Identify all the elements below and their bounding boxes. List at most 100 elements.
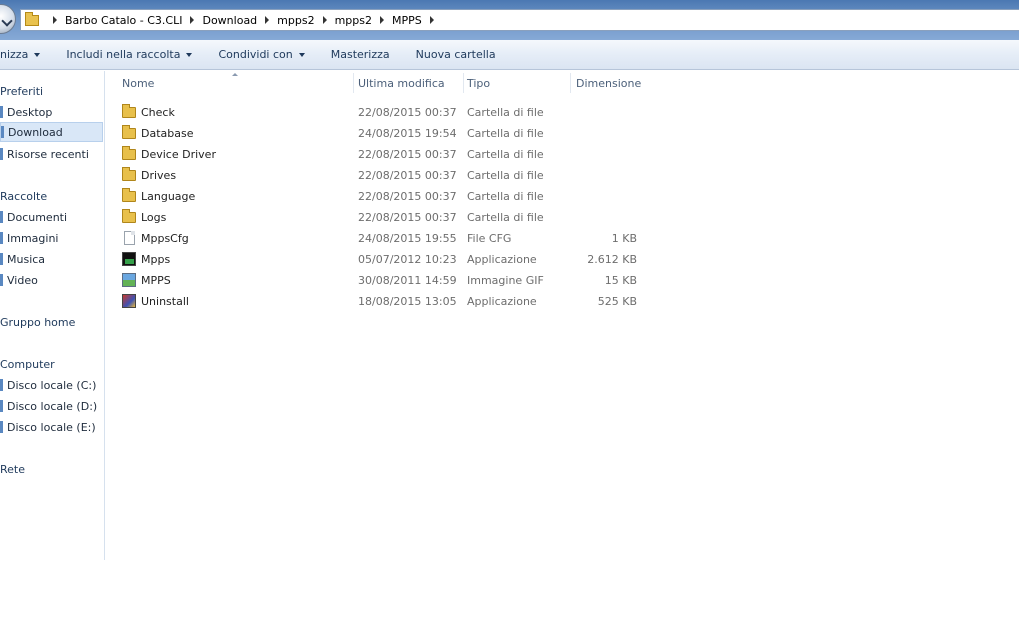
folder-icon (122, 125, 136, 139)
nav-downloads[interactable]: Download (0, 122, 103, 142)
address-bar-region: Barbo Catalo - C3.CLI Download mpps2 mpp… (0, 0, 1019, 40)
file-name: Device Driver (141, 148, 216, 161)
images-icon (0, 232, 3, 244)
chevron-right-icon[interactable] (53, 16, 57, 24)
file-type: Applicazione (467, 295, 537, 308)
back-button[interactable] (0, 4, 16, 34)
share-with-menu[interactable]: Condividi con (204, 40, 316, 70)
column-header-type[interactable]: Tipo (467, 71, 490, 95)
breadcrumb-item[interactable]: Download (202, 14, 257, 27)
file-type: File CFG (467, 232, 512, 245)
table-row[interactable]: Language 22/08/2015 00:37 Cartella di fi… (106, 186, 1019, 207)
nav-homegroup[interactable]: Gruppo home (0, 312, 103, 332)
nav-libraries[interactable]: Raccolte (0, 186, 103, 206)
file-type: Cartella di file (467, 106, 544, 119)
table-row[interactable]: Device Driver 22/08/2015 00:37 Cartella … (106, 144, 1019, 165)
nav-label: Documenti (7, 210, 68, 224)
new-folder-button[interactable]: Nuova cartella (402, 40, 508, 70)
share-label: Condividi con (218, 48, 293, 61)
column-divider[interactable] (570, 73, 571, 93)
file-name: Mpps (141, 253, 171, 266)
nav-label: Musica (7, 252, 46, 266)
table-row[interactable]: Drives 22/08/2015 00:37 Cartella di file (106, 165, 1019, 186)
organize-label: nizza (0, 48, 29, 61)
breadcrumb-item[interactable]: MPPS (392, 14, 422, 27)
file-type: Cartella di file (467, 211, 544, 224)
breadcrumb-item[interactable]: mpps2 (277, 14, 314, 27)
column-header-size[interactable]: Dimensione (576, 71, 641, 95)
table-row[interactable]: MppsCfg 24/08/2015 19:55 File CFG 1 KB (106, 228, 1019, 249)
column-divider[interactable] (353, 73, 354, 93)
nav-label: Computer (0, 357, 55, 371)
nav-disk-e[interactable]: Disco locale (E:) (0, 417, 103, 437)
uninstall-icon (122, 294, 136, 308)
nav-video[interactable]: Video (0, 270, 103, 290)
file-modified: 05/07/2012 10:23 (358, 253, 457, 266)
nav-images[interactable]: Immagini (0, 228, 103, 248)
nav-label: Disco locale (D:) (7, 399, 98, 413)
folder-icon (122, 167, 136, 181)
file-type: Cartella di file (467, 148, 544, 161)
chevron-right-icon[interactable] (265, 16, 270, 24)
file-name: Logs (141, 211, 167, 224)
chevron-right-icon[interactable] (429, 16, 434, 24)
music-icon (0, 253, 3, 265)
organize-menu[interactable]: nizza (0, 40, 52, 70)
dropdown-arrow-icon (298, 52, 305, 57)
file-type: Cartella di file (467, 190, 544, 203)
table-row[interactable]: MPPS 30/08/2011 14:59 Immagine GIF 15 KB (106, 270, 1019, 291)
nav-music[interactable]: Musica (0, 249, 103, 269)
file-size (576, 165, 637, 186)
breadcrumb-item[interactable]: mpps2 (335, 14, 372, 27)
file-list: Nome Ultima modifica Tipo Dimensione Che… (106, 71, 1019, 560)
column-label: Tipo (467, 76, 491, 90)
file-modified: 24/08/2015 19:55 (358, 232, 457, 245)
nav-desktop[interactable]: Desktop (0, 102, 103, 122)
folder-icon (122, 104, 136, 118)
file-type: Cartella di file (467, 169, 544, 182)
nav-label: Disco locale (C:) (7, 378, 97, 392)
table-row[interactable]: Mpps 05/07/2012 10:23 Applicazione 2.612… (106, 249, 1019, 270)
column-divider[interactable] (463, 73, 464, 93)
nav-documents[interactable]: Documenti (0, 207, 103, 227)
column-header-modified[interactable]: Ultima modifica (358, 71, 445, 95)
column-header-name[interactable]: Nome (122, 71, 154, 95)
nav-disk-c[interactable]: Disco locale (C:) (0, 375, 103, 395)
table-row[interactable]: Uninstall 18/08/2015 13:05 Applicazione … (106, 291, 1019, 312)
include-in-library-menu[interactable]: Includi nella raccolta (52, 40, 204, 70)
nav-computer[interactable]: Computer (0, 354, 103, 374)
include-label: Includi nella raccolta (66, 48, 181, 61)
table-row[interactable]: Database 24/08/2015 19:54 Cartella di fi… (106, 123, 1019, 144)
breadcrumb: Barbo Catalo - C3.CLI Download mpps2 mpp… (45, 14, 442, 27)
address-bar[interactable]: Barbo Catalo - C3.CLI Download mpps2 mpp… (20, 9, 1019, 31)
sort-ascending-icon (232, 73, 238, 76)
nav-network[interactable]: Rete (0, 459, 103, 479)
file-name: Database (141, 127, 194, 140)
nav-recent[interactable]: Risorse recenti (0, 144, 103, 164)
folder-icon (122, 188, 136, 202)
file-modified: 30/08/2011 14:59 (358, 274, 457, 287)
chevron-right-icon[interactable] (322, 16, 327, 24)
nav-label: Download (8, 125, 63, 139)
drive-icon (0, 421, 3, 433)
table-row[interactable]: Check 22/08/2015 00:37 Cartella di file (106, 102, 1019, 123)
navigation-pane: Preferiti Desktop Download Risorse recen… (0, 71, 105, 560)
file-size (576, 123, 637, 144)
file-modified: 18/08/2015 13:05 (358, 295, 457, 308)
chevron-right-icon[interactable] (380, 16, 385, 24)
nav-disk-d[interactable]: Disco locale (D:) (0, 396, 103, 416)
nav-label: Immagini (7, 231, 59, 245)
file-name: Language (141, 190, 196, 203)
chevron-right-icon[interactable] (190, 16, 195, 24)
table-row[interactable]: Logs 22/08/2015 00:37 Cartella di file (106, 207, 1019, 228)
new-folder-label: Nuova cartella (415, 48, 496, 61)
desktop-icon (0, 106, 3, 118)
dropdown-arrow-icon (186, 52, 193, 57)
nav-label: Video (7, 273, 38, 287)
breadcrumb-item[interactable]: Barbo Catalo - C3.CLI (65, 14, 182, 27)
folder-icon (122, 209, 136, 223)
nav-favorites[interactable]: Preferiti (0, 81, 103, 101)
file-size: 525 KB (597, 295, 637, 308)
burn-button[interactable]: Masterizza (317, 40, 402, 70)
column-label: Ultima modifica (358, 76, 445, 90)
